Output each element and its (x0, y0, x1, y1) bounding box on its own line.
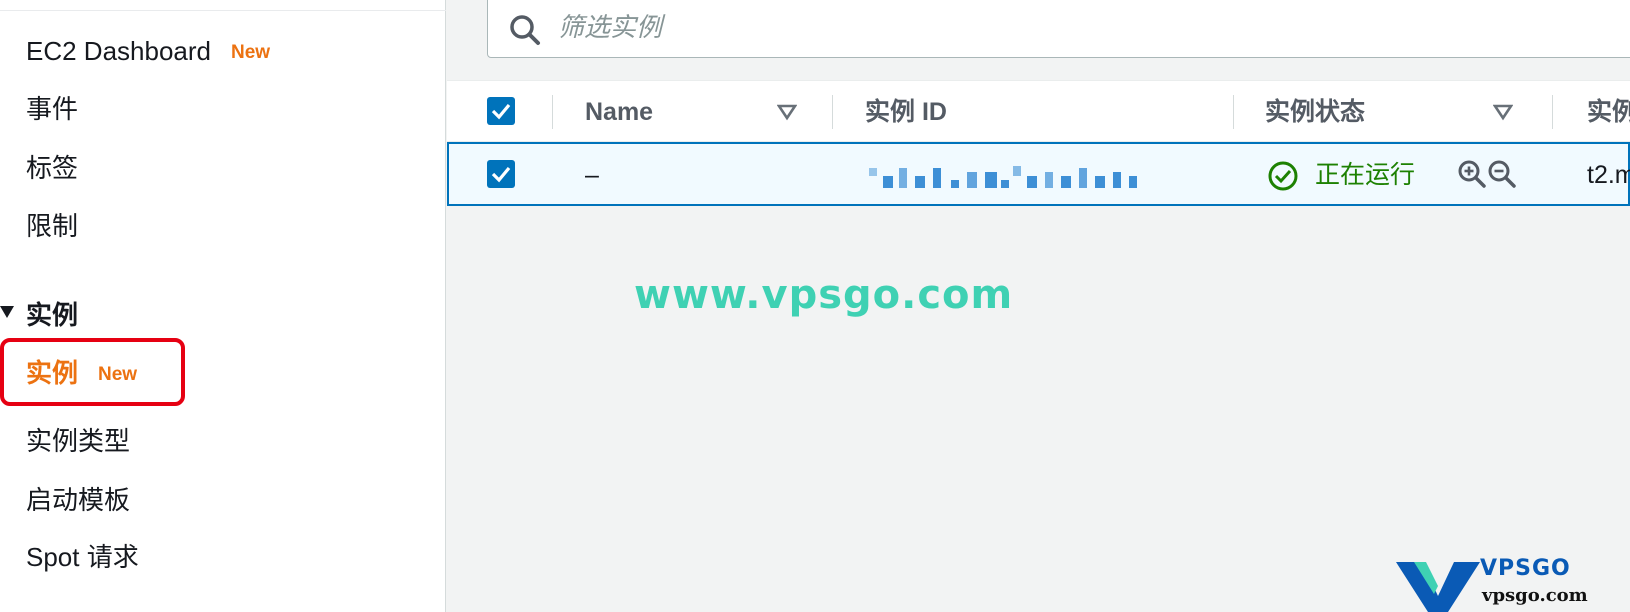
sidebar-item-launch-templates[interactable]: 启动模板 (26, 483, 130, 517)
column-header-instance-id[interactable]: 实例 ID (865, 95, 947, 129)
table-row[interactable]: – 正在运行 t2.m (447, 142, 1630, 206)
sort-icon[interactable] (777, 103, 797, 121)
zoom-out-icon[interactable] (1487, 159, 1517, 189)
watermark-text: www.vpsgo.com (634, 272, 1014, 318)
column-divider (1552, 95, 1553, 129)
column-header-instance-type[interactable]: 实例 (1587, 95, 1630, 129)
row-checkbox[interactable] (487, 160, 515, 188)
caret-down-icon (0, 306, 14, 318)
column-header-instance-state[interactable]: 实例状态 (1265, 95, 1365, 129)
sidebar-item-label: 启动模板 (26, 485, 131, 515)
sidebar-item-ec2-dashboard[interactable]: EC2 Dashboard New (26, 34, 270, 70)
new-badge: New (231, 42, 271, 63)
search-input[interactable] (558, 7, 1458, 47)
column-divider (832, 95, 833, 129)
logo-subtext: vpsgo.com (1482, 585, 1588, 606)
search-icon (510, 15, 540, 45)
zoom-in-icon[interactable] (1457, 159, 1487, 189)
main-content: Name 实例 ID 实例状态 实例 – (447, 0, 1630, 612)
instance-state-cell: 正在运行 (1315, 161, 1416, 189)
column-header-name[interactable]: Name (585, 95, 653, 129)
sidebar-item-limits[interactable]: 限制 (26, 209, 78, 243)
sidebar-section-instances[interactable]: 实例 (0, 298, 78, 332)
sidebar-item-instance-types[interactable]: 实例类型 (26, 424, 130, 458)
running-status-icon (1268, 161, 1298, 191)
checkmark-icon (491, 103, 511, 120)
sidebar-item-tags[interactable]: 标签 (26, 151, 78, 185)
select-all-checkbox[interactable] (487, 97, 515, 125)
search-box[interactable] (487, 0, 1630, 58)
row-name-cell: – (585, 161, 599, 189)
checkmark-icon (491, 166, 511, 183)
instance-type-cell: t2.m (1587, 161, 1630, 189)
sidebar-item-label: 事件 (26, 94, 79, 124)
sort-icon[interactable] (1493, 103, 1513, 121)
sidebar: EC2 Dashboard New 事件 标签 限制 实例 实例 New 实例类型 … (0, 0, 446, 612)
logo-text: VPSGO (1480, 556, 1571, 581)
sidebar-divider (0, 10, 446, 11)
highlight-annotation-box (0, 338, 185, 406)
column-divider (1233, 95, 1234, 129)
instance-id-redacted[interactable] (869, 162, 1139, 192)
table-header: Name 实例 ID 实例状态 实例 (447, 80, 1630, 142)
sidebar-item-label: 实例类型 (26, 426, 131, 456)
sidebar-item-label: 标签 (26, 153, 79, 183)
sidebar-item-label: Spot 请求 (26, 542, 139, 572)
sidebar-item-spot-requests[interactable]: Spot 请求 (26, 540, 139, 574)
sidebar-item-label: EC2 Dashboard (26, 36, 211, 66)
sidebar-item-events[interactable]: 事件 (26, 92, 78, 126)
sidebar-item-label: 限制 (26, 211, 79, 241)
section-label: 实例 (26, 300, 79, 330)
column-divider (552, 95, 553, 129)
